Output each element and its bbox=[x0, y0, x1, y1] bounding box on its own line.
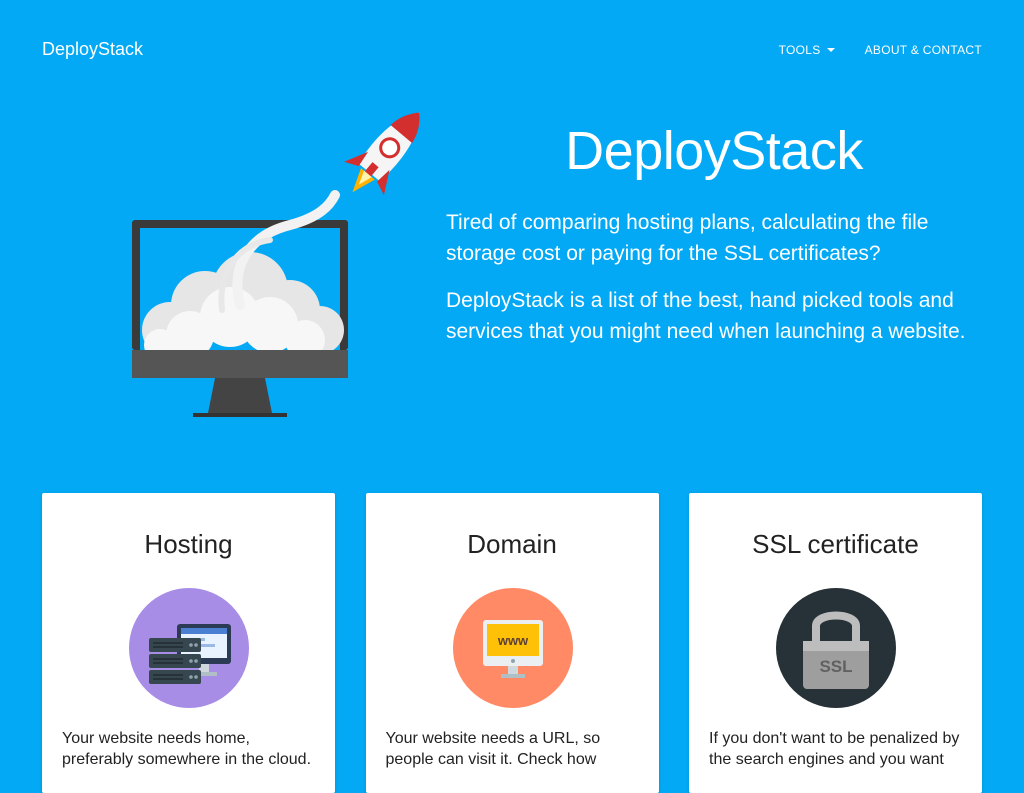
card-domain[interactable]: Domain www Your website needs a URL, so … bbox=[365, 493, 659, 793]
hero-paragraph-2: DeployStack is a list of the best, hand … bbox=[446, 289, 966, 343]
navbar: DeployStack TOOLS ABOUT & CONTACT bbox=[0, 0, 1024, 100]
svg-text:www: www bbox=[496, 633, 528, 648]
card-ssl[interactable]: SSL certificate SSL If you don't want to… bbox=[689, 493, 982, 793]
card-title: Domain bbox=[467, 529, 557, 559]
hero-paragraph-1: Tired of comparing hosting plans, calcul… bbox=[446, 211, 929, 265]
ssl-lock-icon: SSL bbox=[776, 588, 896, 708]
card-title: Hosting bbox=[144, 529, 233, 559]
about-contact-link[interactable]: ABOUT & CONTACT bbox=[865, 43, 982, 57]
brand-link[interactable]: DeployStack bbox=[42, 39, 143, 60]
hero-title: DeployStack bbox=[565, 121, 863, 181]
nav-links: TOOLS ABOUT & CONTACT bbox=[779, 43, 982, 57]
feature-cards: Hosting Your website needs home, prefera… bbox=[42, 493, 982, 793]
tools-label: TOOLS bbox=[778, 43, 821, 57]
card-description: If you don't want to be penalized by the… bbox=[709, 730, 960, 768]
hero-text: DeployStack Tired of comparing hosting p… bbox=[446, 115, 986, 347]
card-hosting[interactable]: Hosting Your website needs home, prefera… bbox=[42, 493, 335, 793]
tools-dropdown[interactable]: TOOLS bbox=[779, 43, 835, 57]
card-title: SSL certificate bbox=[752, 529, 919, 559]
www-monitor-icon: www bbox=[452, 588, 573, 708]
server-icon bbox=[129, 588, 249, 708]
card-description: Your website needs a URL, so people can … bbox=[385, 730, 601, 768]
svg-text:SSL: SSL bbox=[819, 657, 852, 676]
rocket-monitor-icon bbox=[120, 95, 440, 425]
card-description: Your website needs home, preferably some… bbox=[62, 730, 312, 768]
caret-down-icon bbox=[826, 48, 835, 52]
